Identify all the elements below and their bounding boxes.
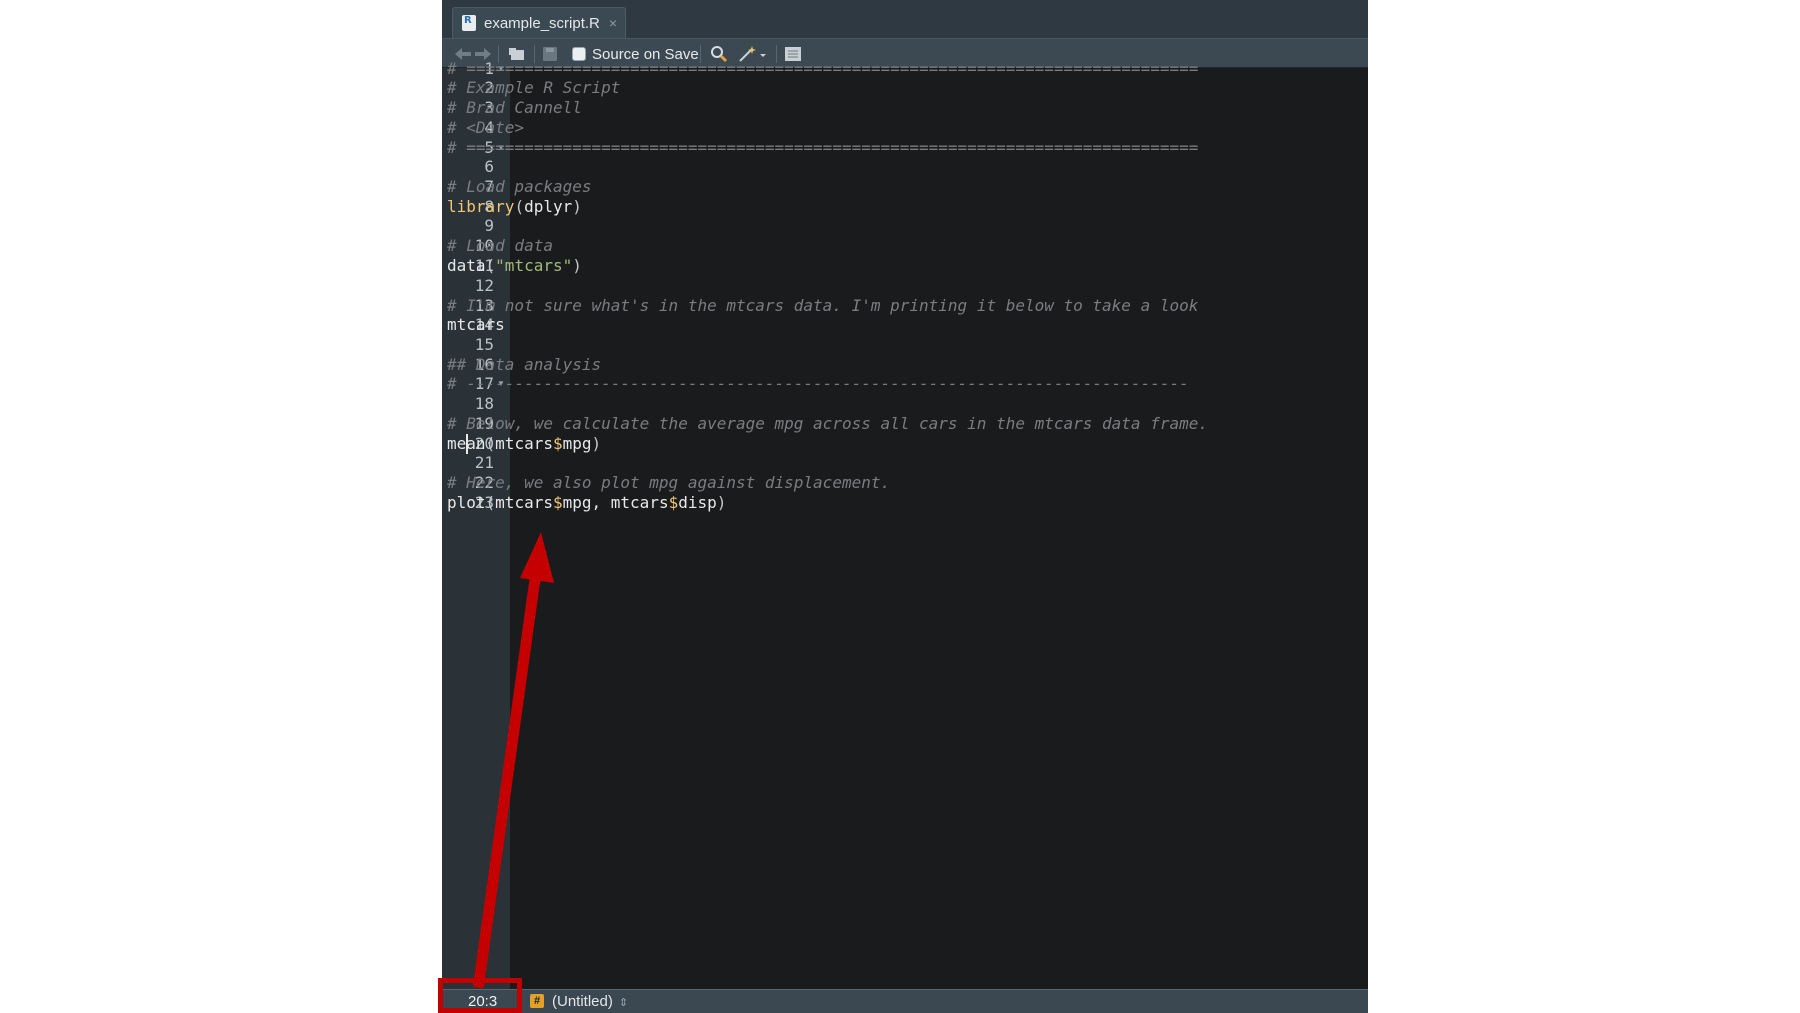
dollar-token: $: [552, 434, 563, 453]
arg-token: mtcars: [495, 493, 553, 512]
code-line[interactable]: # --------------------------------------…: [447, 373, 1189, 395]
dollar-token: $: [552, 493, 563, 512]
line-number: 12: [474, 276, 494, 295]
code-line[interactable]: # ======================================…: [447, 137, 1198, 159]
arg-token: mtcars: [495, 434, 553, 453]
hash-icon: #: [530, 994, 544, 1008]
r-file-icon: R: [462, 15, 476, 31]
arg-token: disp: [678, 493, 717, 512]
tab-example-script[interactable]: R example_script.R ×: [452, 7, 626, 38]
paren-token: (: [514, 197, 525, 216]
paren-token: (: [485, 256, 496, 275]
function-token: library: [447, 197, 515, 216]
text-cursor: [466, 434, 468, 454]
line-number: 6: [484, 157, 494, 176]
code-line[interactable]: # I'm not sure what's in the mtcars data…: [447, 295, 1198, 317]
code-area[interactable]: [510, 68, 1368, 989]
code-line[interactable]: # Load data: [447, 235, 553, 257]
line-number: 18: [474, 394, 494, 413]
line-number: 21: [474, 453, 494, 472]
paren-token: (: [485, 434, 496, 453]
file-type-label: (Untitled): [552, 993, 613, 1010]
code-line[interactable]: # Below, we calculate the average mpg ac…: [447, 413, 1208, 435]
arg-token: dplyr: [524, 197, 573, 216]
arg-token: mpg: [562, 493, 592, 512]
code-line[interactable]: # Example R Script: [447, 77, 620, 99]
paren-token: ): [591, 434, 602, 453]
file-type-selector[interactable]: (Untitled) ⇕: [552, 993, 628, 1010]
dollar-token: $: [668, 493, 679, 512]
paren-token: (: [485, 493, 496, 512]
highlight-annotation-box: [438, 978, 522, 1013]
code-line[interactable]: mtcars: [447, 314, 505, 336]
comma-token: ,: [591, 493, 611, 512]
tab-label: example_script.R: [484, 14, 600, 32]
paren-token: ): [572, 197, 582, 216]
code-line[interactable]: data("mtcars"): [447, 255, 582, 277]
string-token: "mtcars": [495, 256, 573, 275]
code-line[interactable]: library(dplyr): [447, 196, 582, 218]
close-icon[interactable]: ×: [609, 15, 617, 31]
line-number: 15: [474, 335, 494, 354]
line-number: 9: [484, 216, 494, 235]
arg-token: mpg: [562, 434, 592, 453]
code-line[interactable]: # Load packages: [447, 176, 592, 198]
tab-bar: R example_script.R ×: [442, 0, 1368, 38]
code-line[interactable]: mean(mtcars$mpg): [447, 433, 601, 455]
arg-token: mtcars: [610, 493, 669, 512]
code-line[interactable]: # Brad Cannell: [447, 97, 582, 119]
function-token: data: [447, 256, 486, 275]
function-token: plot: [447, 493, 486, 512]
code-line[interactable]: # <Date>: [447, 117, 524, 139]
status-bar: 20:3 # (Untitled) ⇕: [442, 989, 1368, 1013]
code-line[interactable]: # Here, we also plot mpg against displac…: [447, 472, 890, 494]
updown-icon: ⇕: [618, 997, 629, 1009]
paren-token: ): [716, 493, 727, 512]
paren-token: ): [572, 256, 582, 275]
code-line[interactable]: plot(mtcars$mpg, mtcars$disp): [447, 492, 726, 514]
